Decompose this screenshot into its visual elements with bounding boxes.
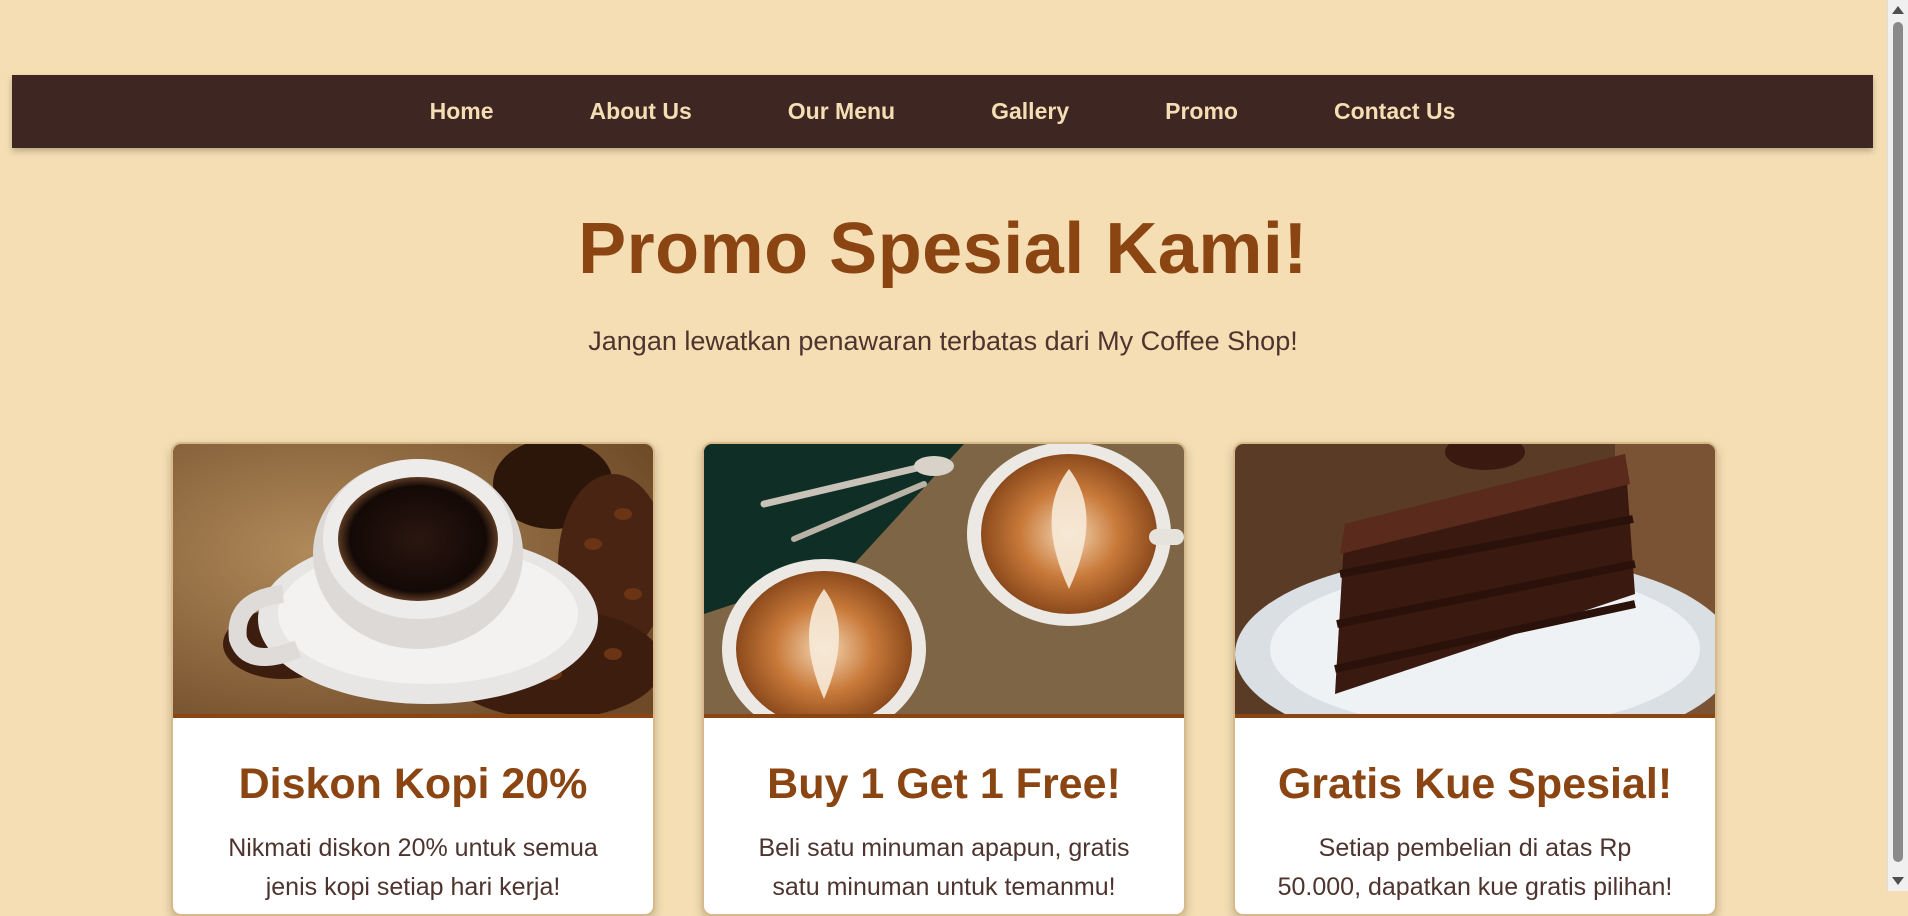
promo-description: Setiap pembelian di atas Rp 50.000, dapa…	[1277, 834, 1673, 901]
promo-title: Diskon Kopi 20%	[238, 760, 588, 808]
latte-art-image	[704, 444, 1184, 718]
promo-card-coffee-discount: Diskon Kopi 20% Nikmati diskon 20% untuk…	[171, 442, 655, 916]
promo-card-free-cake: Gratis Kue Spesial! Setiap pembelian di …	[1233, 442, 1717, 916]
nav-link-our-menu[interactable]: Our Menu	[740, 98, 943, 125]
chocolate-cake-image	[1235, 444, 1715, 718]
scroll-up-arrow-icon[interactable]	[1892, 6, 1904, 14]
page-subtitle: Jangan lewatkan penawaran terbatas dari …	[588, 326, 1298, 356]
nav-link-promo[interactable]: Promo	[1117, 98, 1286, 125]
nav-link-gallery[interactable]: Gallery	[943, 98, 1117, 125]
scrollbar-thumb[interactable]	[1893, 22, 1903, 862]
nav-link-contact-us[interactable]: Contact Us	[1286, 98, 1503, 125]
promo-title: Gratis Kue Spesial!	[1277, 760, 1673, 808]
main-navigation: Home About Us Our Menu Gallery Promo Con…	[12, 75, 1873, 148]
promo-card-buy-one-get-one: Buy 1 Get 1 Free! Beli satu minuman apap…	[702, 442, 1186, 916]
coffee-cup-image	[173, 444, 653, 718]
promo-description: Beli satu minuman apapun, gratis satu mi…	[758, 834, 1130, 901]
nav-link-home[interactable]: Home	[382, 98, 542, 125]
scroll-down-arrow-icon[interactable]	[1892, 877, 1904, 885]
promo-title: Buy 1 Get 1 Free!	[767, 760, 1121, 808]
promo-description: Nikmati diskon 20% untuk semua jenis kop…	[228, 834, 598, 901]
vertical-scrollbar[interactable]	[1887, 0, 1908, 891]
nav-link-about-us[interactable]: About Us	[542, 98, 740, 125]
page-title: Promo Spesial Kami!	[578, 209, 1308, 289]
